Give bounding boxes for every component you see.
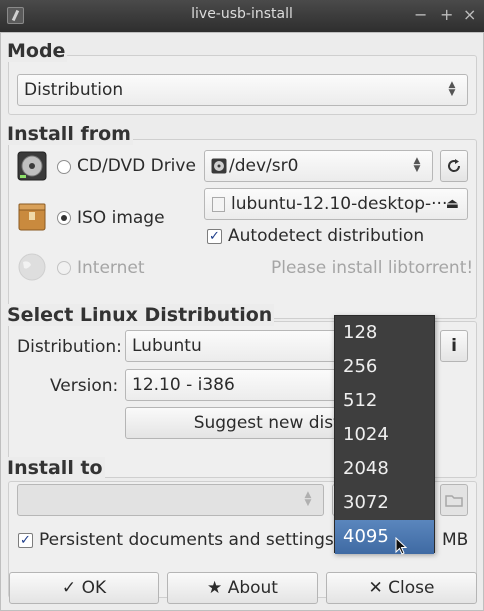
minimize-icon[interactable]: − [414, 5, 427, 24]
iso-file-value: lubuntu-12.10-desktop-··· [231, 194, 448, 214]
size-option[interactable]: 512 [335, 384, 434, 418]
size-option[interactable]: 2048 [335, 452, 434, 486]
folder-icon [445, 495, 463, 507]
iso-image-radio[interactable] [57, 211, 71, 225]
autodetect-label: Autodetect distribution [228, 226, 425, 246]
internet-radio[interactable] [57, 261, 71, 275]
distribution-label: Distribution: [17, 337, 122, 357]
mode-combo-value: Distribution [24, 80, 124, 100]
install-from-title: Install from [5, 123, 133, 145]
iso-file-chooser[interactable]: lubuntu-12.10-desktop-··· ⏏ [204, 188, 468, 220]
about-label: About [227, 578, 278, 598]
eject-icon: ⏏ [445, 196, 459, 212]
window-title: live-usb-install [191, 6, 293, 22]
cd-drive-icon [17, 151, 47, 181]
info-icon: i [451, 336, 457, 356]
about-button[interactable]: ★ About [167, 572, 318, 604]
cd-dvd-radio[interactable] [57, 160, 71, 174]
internet-label: Internet [77, 258, 145, 278]
title-bar: live-usb-install − + × [0, 0, 484, 32]
mode-combo[interactable]: Distribution ▲ ▼ [17, 74, 468, 106]
refresh-icon [448, 159, 461, 172]
close-x-icon: ✕ [368, 578, 383, 598]
iso-image-label: ISO image [77, 208, 165, 228]
open-folder-button[interactable] [440, 484, 468, 516]
version-label: Version: [50, 376, 119, 396]
distribution-value: Lubuntu [132, 336, 202, 356]
close-label: Close [388, 578, 435, 598]
mode-title: Mode [5, 40, 68, 62]
mouse-cursor-icon [395, 537, 408, 555]
ok-label: OK [81, 578, 107, 598]
size-option[interactable]: 128 [335, 316, 434, 350]
cd-device-value: /dev/sr0 [229, 156, 299, 176]
iso-archive-icon [18, 203, 46, 231]
globe-icon [18, 253, 46, 281]
size-option[interactable]: 256 [335, 350, 434, 384]
size-unit-label: MB [442, 530, 469, 550]
size-option[interactable]: 3072 [335, 486, 434, 520]
combo-arrows-icon: ▲ ▼ [448, 80, 456, 98]
ok-button[interactable]: ✓ OK [9, 572, 159, 604]
libtorrent-hint: Please install libtorrent! [271, 258, 474, 278]
cd-device-combo[interactable]: /dev/sr0 ▲ ▼ [204, 150, 433, 182]
install-to-title: Install to [5, 457, 105, 479]
star-icon: ★ [207, 578, 223, 598]
size-option-selected[interactable]: 4095 [335, 520, 434, 554]
refresh-button[interactable] [440, 150, 468, 182]
file-icon [212, 197, 225, 212]
distribution-title: Select Linux Distribution [5, 304, 275, 326]
persistent-checkbox[interactable]: ✓ [18, 533, 33, 548]
version-value: 12.10 - i386 [132, 375, 235, 395]
combo-arrows-icon: ▲ ▼ [304, 490, 312, 508]
size-dropdown-list: 128 256 512 1024 2048 3072 4095 [334, 315, 435, 554]
autodetect-checkbox[interactable]: ✓ [207, 229, 222, 244]
info-button[interactable]: i [440, 330, 468, 362]
target-device-combo[interactable]: ▲ ▼ [17, 484, 324, 516]
size-option[interactable]: 1024 [335, 418, 434, 452]
persistent-label: Persistent documents and settings [39, 530, 334, 550]
close-icon[interactable]: × [463, 5, 476, 24]
combo-arrows-icon: ▲ ▼ [413, 156, 421, 174]
drive-icon [211, 158, 227, 174]
cd-dvd-label: CD/DVD Drive [77, 156, 196, 176]
check-icon: ✓ [61, 578, 77, 598]
close-button[interactable]: ✕ Close [326, 572, 477, 604]
maximize-icon[interactable]: + [440, 5, 453, 24]
